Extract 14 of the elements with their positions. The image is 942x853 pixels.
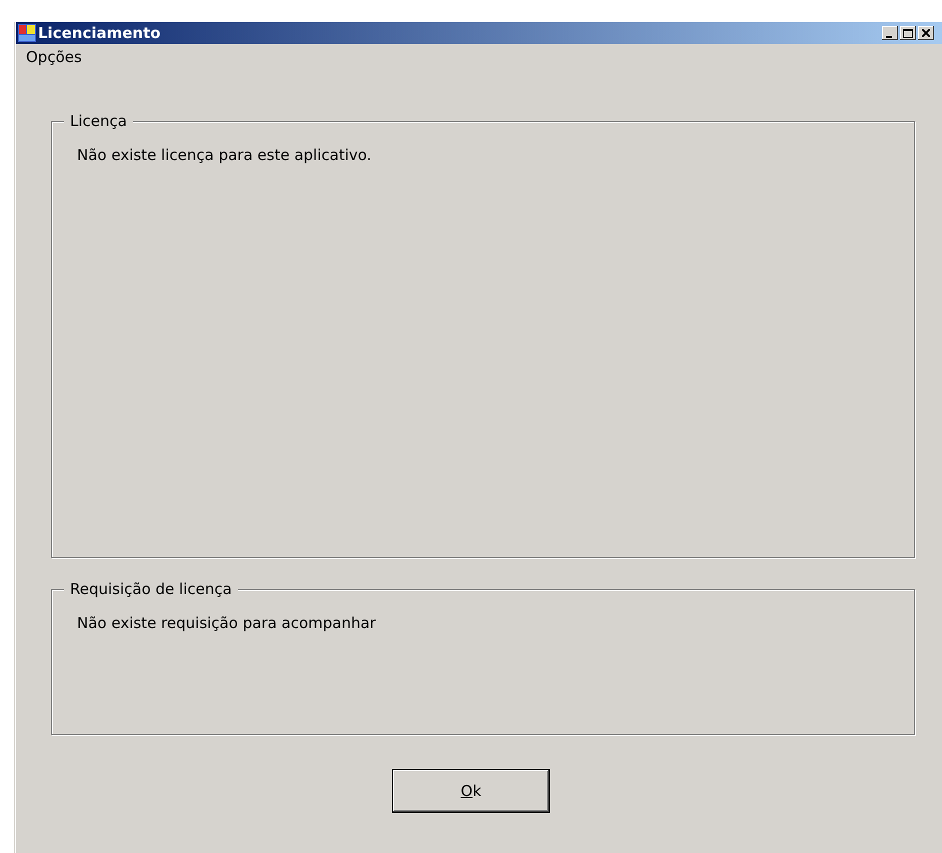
maximize-button[interactable]: [900, 26, 916, 40]
message-text: Não existe requisição para acompanhar: [77, 614, 377, 632]
ok-button[interactable]: Ok: [392, 769, 550, 813]
minimize-icon: [886, 36, 892, 38]
minimize-button[interactable]: [882, 26, 898, 40]
group-title: Licença: [64, 112, 133, 130]
window-title: Licenciamento: [38, 24, 161, 42]
menu-item[interactable]: Opções: [26, 48, 82, 66]
close-button[interactable]: [918, 26, 934, 40]
group-title: Requisição de licença: [64, 580, 238, 598]
close-icon: [922, 29, 930, 37]
message-text: Não existe licença para este aplicativo.: [77, 146, 372, 164]
app-icon: [18, 24, 36, 42]
maximize-icon: [903, 28, 913, 38]
